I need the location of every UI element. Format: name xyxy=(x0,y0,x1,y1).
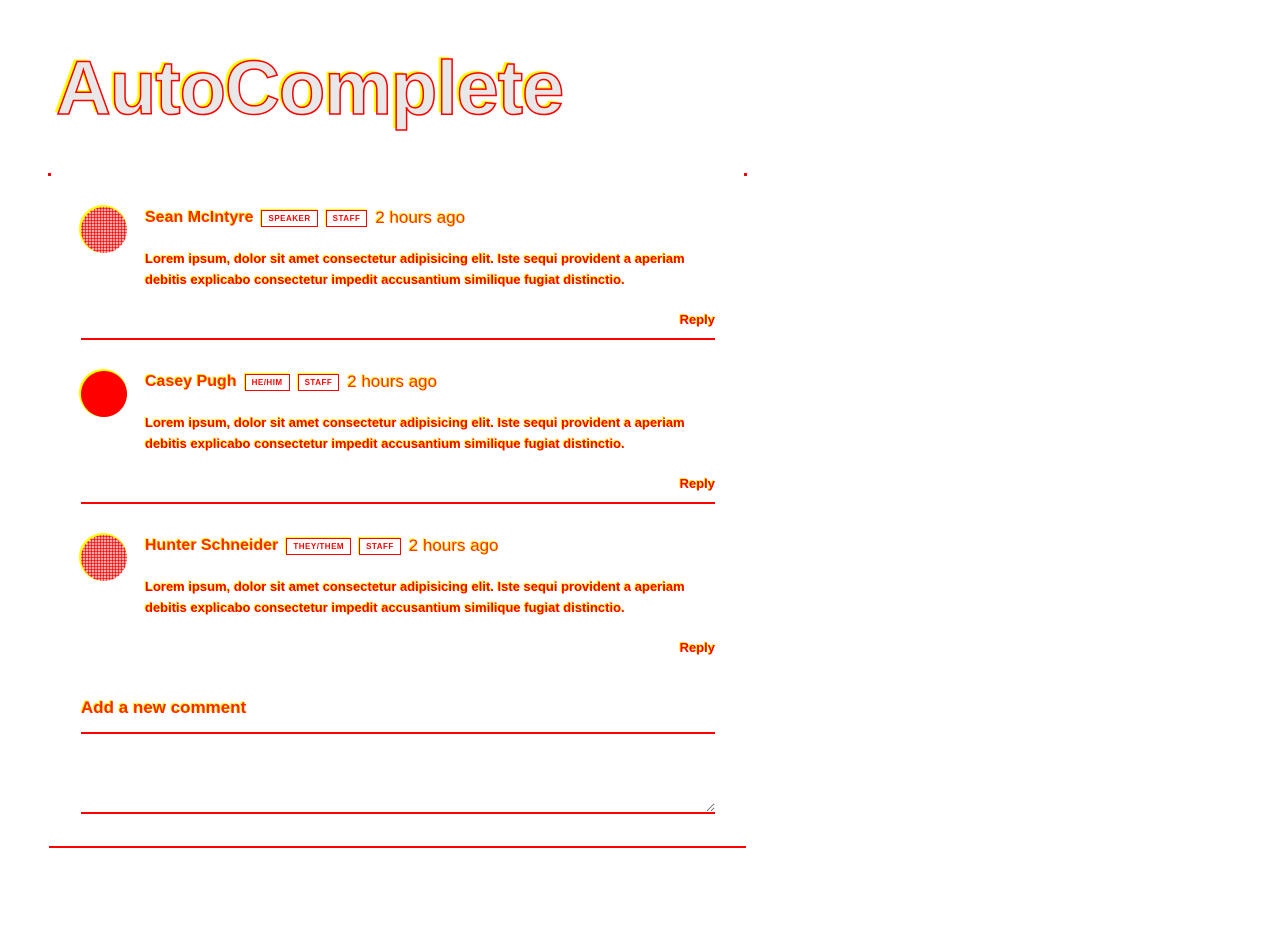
staff-badge: STAFF xyxy=(325,209,368,227)
new-comment-input[interactable] xyxy=(81,732,715,814)
comment-timestamp: 2 hours ago xyxy=(347,372,438,391)
new-comment-label: Add a new comment xyxy=(81,698,247,717)
card-corner-top-right xyxy=(744,173,747,176)
comments-card: Sean McIntyre SPEAKER STAFF 2 hours ago … xyxy=(48,173,747,848)
reply-button[interactable]: Reply xyxy=(680,476,715,491)
comment-meta: Casey Pugh HE/HIM STAFF 2 hours ago xyxy=(145,372,437,392)
comment-body: Lorem ipsum, dolor sit amet consectetur … xyxy=(145,251,685,287)
staff-badge: STAFF xyxy=(359,537,401,555)
staff-badge: STAFF xyxy=(297,373,340,391)
reply-button[interactable]: Reply xyxy=(680,312,715,327)
card-corner-top-left xyxy=(48,173,51,176)
comment-item: Hunter Schneider THEY/THEM STAFF 2 hours… xyxy=(81,502,715,666)
comment-timestamp: 2 hours ago xyxy=(375,208,466,227)
comment-body: Lorem ipsum, dolor sit amet consectetur … xyxy=(145,579,685,615)
comment-item: Sean McIntyre SPEAKER STAFF 2 hours ago … xyxy=(81,174,715,340)
pronoun-badge: HE/HIM xyxy=(244,373,290,391)
comment-author: Hunter Schneider xyxy=(145,537,279,554)
avatar xyxy=(81,207,127,253)
comment-timestamp: 2 hours ago xyxy=(408,536,499,555)
pronoun-badge: SPEAKER xyxy=(261,209,318,227)
reply-button[interactable]: Reply xyxy=(680,640,715,655)
pronoun-badge: THEY/THEM xyxy=(286,537,352,555)
comment-body: Lorem ipsum, dolor sit amet consectetur … xyxy=(145,415,685,451)
comment-author: Sean McIntyre xyxy=(145,209,254,226)
avatar xyxy=(81,371,127,417)
page-title: AutoComplete xyxy=(55,45,565,132)
comment-author: Casey Pugh xyxy=(145,373,237,390)
comment-item: Casey Pugh HE/HIM STAFF 2 hours ago Lore… xyxy=(81,338,715,504)
comment-meta: Sean McIntyre SPEAKER STAFF 2 hours ago xyxy=(145,208,465,228)
comment-meta: Hunter Schneider THEY/THEM STAFF 2 hours… xyxy=(145,536,499,556)
avatar xyxy=(81,535,127,581)
